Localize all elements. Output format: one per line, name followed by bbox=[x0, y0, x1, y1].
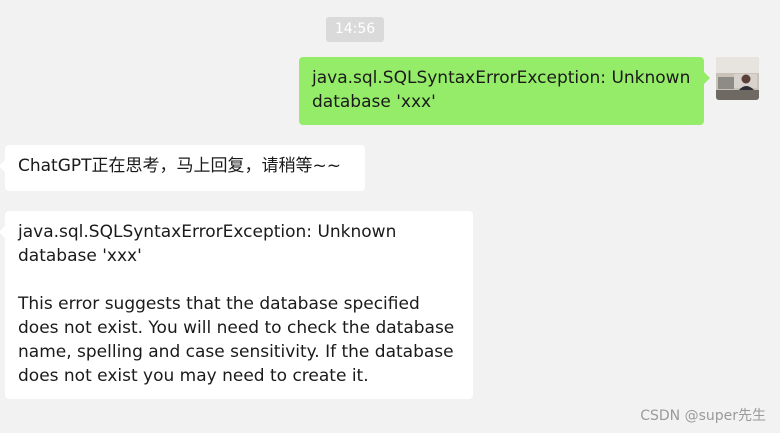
sent-message-bubble[interactable]: java.sql.SQLSyntaxErrorException: Unknow… bbox=[299, 57, 710, 125]
message-paragraph: java.sql.SQLSyntaxErrorException: Unknow… bbox=[18, 222, 397, 266]
message-paragraph: This error suggests that the database sp… bbox=[18, 294, 455, 386]
message-timestamp: 14:56 bbox=[326, 17, 384, 42]
avatar-photo-icon bbox=[716, 57, 759, 100]
received-message-bubble[interactable]: ChatGPT正在思考，马上回复，请稍等~~ bbox=[0, 145, 365, 191]
user-avatar[interactable] bbox=[716, 57, 759, 100]
received-message-bubble[interactable]: java.sql.SQLSyntaxErrorException: Unknow… bbox=[0, 211, 473, 399]
watermark: CSDN @super先生 bbox=[640, 408, 766, 424]
